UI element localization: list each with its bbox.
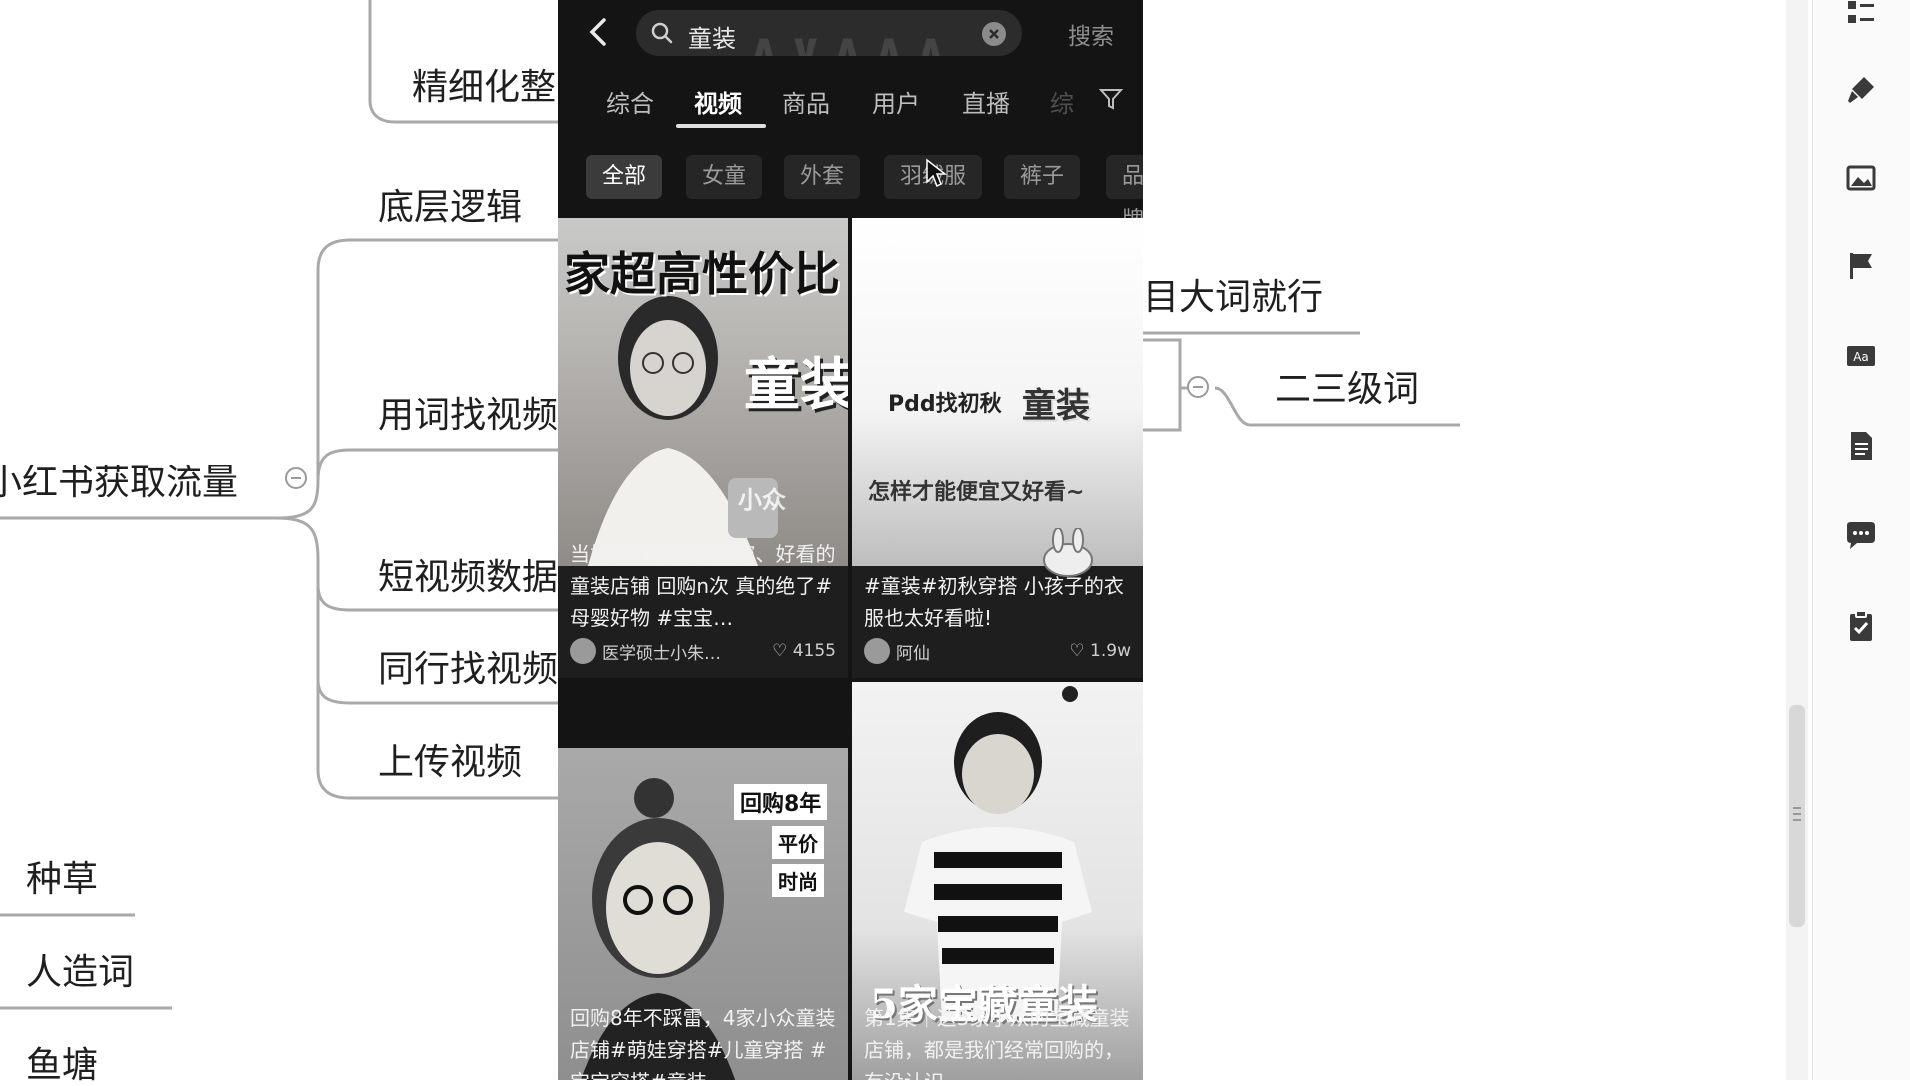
search-background-art: ∧∨∧∧∧	[746, 24, 955, 56]
card-overlay-title: Pdd找初秋	[888, 392, 1002, 417]
video-card[interactable]: Pdd找初秋 童装 怎样才能便宜又好看~ #童装#初秋穿搭 小孩子的衣服也太好看…	[852, 218, 1143, 678]
like-count[interactable]: ♡ 1.9w	[1069, 641, 1131, 661]
tab-more[interactable]: 综	[1050, 84, 1074, 119]
video-thumbnail: 家超高性价比 童装 小众	[558, 218, 848, 566]
card-meta: 医学硕士小朱… ♡ 4155	[570, 638, 836, 664]
search-icon	[650, 21, 674, 45]
card-caption: 回购8年不踩雷，4家小众童装店铺#萌娃穿搭#儿童穿搭 #宝宝穿搭#童装	[570, 1006, 836, 1080]
mindmap-node-fish-pond[interactable]: 鱼塘	[26, 1048, 98, 1084]
card-author-name: 阿仙	[896, 643, 930, 664]
tab-users[interactable]: 用户	[872, 84, 920, 119]
chip-pants[interactable]: 裤子	[1004, 155, 1081, 199]
mindmap-root-node[interactable]: 小红书获取流量	[0, 465, 238, 501]
right-toolbar: Aa	[1812, 0, 1910, 1080]
card-author[interactable]: 医学硕士小朱…	[570, 638, 721, 664]
avatar	[864, 638, 890, 664]
svg-text:Aa: Aa	[1853, 350, 1869, 364]
card-overlay-badge: 回购8年	[734, 784, 828, 820]
card-overlay-badge: 平价	[772, 826, 824, 859]
card-overlay-keyword: 童装	[744, 353, 848, 418]
collapse-right-icon[interactable]	[1187, 376, 1209, 398]
flag-icon[interactable]	[1841, 246, 1881, 286]
mindmap-node-big-word[interactable]: 目大词就行	[1143, 280, 1323, 316]
back-icon[interactable]	[580, 12, 620, 52]
chip-all[interactable]: 全部	[586, 155, 663, 199]
clear-search-icon[interactable]	[982, 22, 1006, 46]
card-author-name: 医学硕士小朱…	[602, 643, 721, 664]
brush-icon[interactable]	[1841, 70, 1881, 110]
tab-live[interactable]: 直播	[962, 84, 1010, 119]
mouse-cursor-icon	[925, 158, 948, 192]
video-card[interactable]: 回购8年 平价 时尚 回购8年不踩雷，4家小众童装店铺#萌娃穿搭#儿童穿搭 #宝…	[558, 748, 848, 1080]
mindmap-node-artificial-word[interactable]: 人造词	[26, 955, 134, 991]
card-overlay-title: 家超高性价比	[564, 247, 840, 301]
mindmap-node-keyword-video[interactable]: 用词找视频	[378, 398, 558, 434]
tab-products[interactable]: 商品	[782, 84, 830, 119]
search-box[interactable]: ∧∨∧∧∧ 童装	[636, 10, 1022, 56]
search-bar: ∧∨∧∧∧ 童装 搜索	[558, 0, 1143, 66]
like-count-value: 1.9w	[1090, 641, 1131, 661]
filter-chips: 全部 女童 外套 羽绒服 裤子 品牌	[558, 128, 1143, 233]
chip-girls[interactable]: 女童	[686, 155, 763, 199]
clipboard-icon[interactable]	[1841, 606, 1881, 646]
collapse-root-icon[interactable]	[285, 467, 307, 489]
mindmap-root-wrap: 小红书获取流量	[0, 465, 250, 501]
search-input[interactable]: 童装	[688, 19, 736, 54]
result-tabs: 综合 视频 商品 用户 直播 综	[558, 66, 1143, 128]
card-caption: #童装#初秋穿搭 小孩子的衣服也太好看啦!	[864, 574, 1124, 630]
mindmap-node-upload-video[interactable]: 上传视频	[378, 745, 522, 781]
phone-screen: ∧∨∧∧∧ 童装 搜索 综合 视频 商品 用户 直播 综 全部 女童 外套 羽绒…	[558, 0, 1143, 1080]
avatar	[570, 638, 596, 664]
video-card[interactable]: 家超高性价比 童装 小众 当妈3年精选6家实穿、好看的童装店铺 回购n次 真的绝…	[558, 218, 848, 678]
image-icon[interactable]	[1841, 158, 1881, 198]
like-count-value: 4155	[792, 641, 836, 661]
card-overlay-keyword: 童装	[1022, 386, 1090, 426]
mindmap-node-logic[interactable]: 底层逻辑	[378, 190, 522, 226]
mindmap-node-video-data[interactable]: 短视频数据	[378, 560, 558, 596]
tab-all[interactable]: 综合	[606, 84, 654, 119]
chip-brand[interactable]: 品牌	[1106, 155, 1143, 233]
text-style-icon[interactable]: Aa	[1841, 336, 1881, 376]
outline-icon[interactable]	[1841, 0, 1881, 32]
search-submit-button[interactable]: 搜索	[1068, 17, 1114, 51]
chip-coat[interactable]: 外套	[784, 155, 861, 199]
note-icon[interactable]	[1841, 426, 1881, 466]
scrollbar-grip-icon	[1793, 807, 1801, 821]
mindmap-node-refine[interactable]: 精细化整	[412, 70, 556, 106]
video-card[interactable]: 5家宝藏童装 第1集｜这5家小众的宝藏童装店铺，都是我们经常回购的，有没认识…	[852, 682, 1143, 1080]
mindmap-node-secondary-words[interactable]: 二三级词	[1275, 372, 1419, 408]
card-caption: 第1集｜这5家小众的宝藏童装店铺，都是我们经常回购的，有没认识…	[864, 1006, 1130, 1080]
video-thumbnail: Pdd找初秋 童装 怎样才能便宜又好看~	[852, 218, 1143, 577]
mindmap-node-seeding[interactable]: 种草	[26, 862, 98, 898]
card-overlay-badge: 时尚	[772, 864, 824, 897]
card-overlay-subtitle: 怎样才能便宜又好看~	[868, 480, 1085, 505]
comment-icon[interactable]	[1841, 516, 1881, 556]
filter-funnel-icon[interactable]	[1098, 86, 1124, 116]
tab-video[interactable]: 视频	[694, 84, 742, 119]
mindmap-node-peer-video[interactable]: 同行找视频	[378, 652, 558, 688]
card-caption: 当妈3年精选6家实穿、好看的童装店铺 回购n次 真的绝了#母婴好物 #宝宝…	[570, 542, 836, 630]
card-meta: 阿仙 ♡ 1.9w	[864, 638, 1131, 664]
card-author[interactable]: 阿仙	[864, 638, 930, 664]
card-watermark: 小众	[738, 486, 786, 514]
like-count[interactable]: ♡ 4155	[772, 641, 836, 661]
